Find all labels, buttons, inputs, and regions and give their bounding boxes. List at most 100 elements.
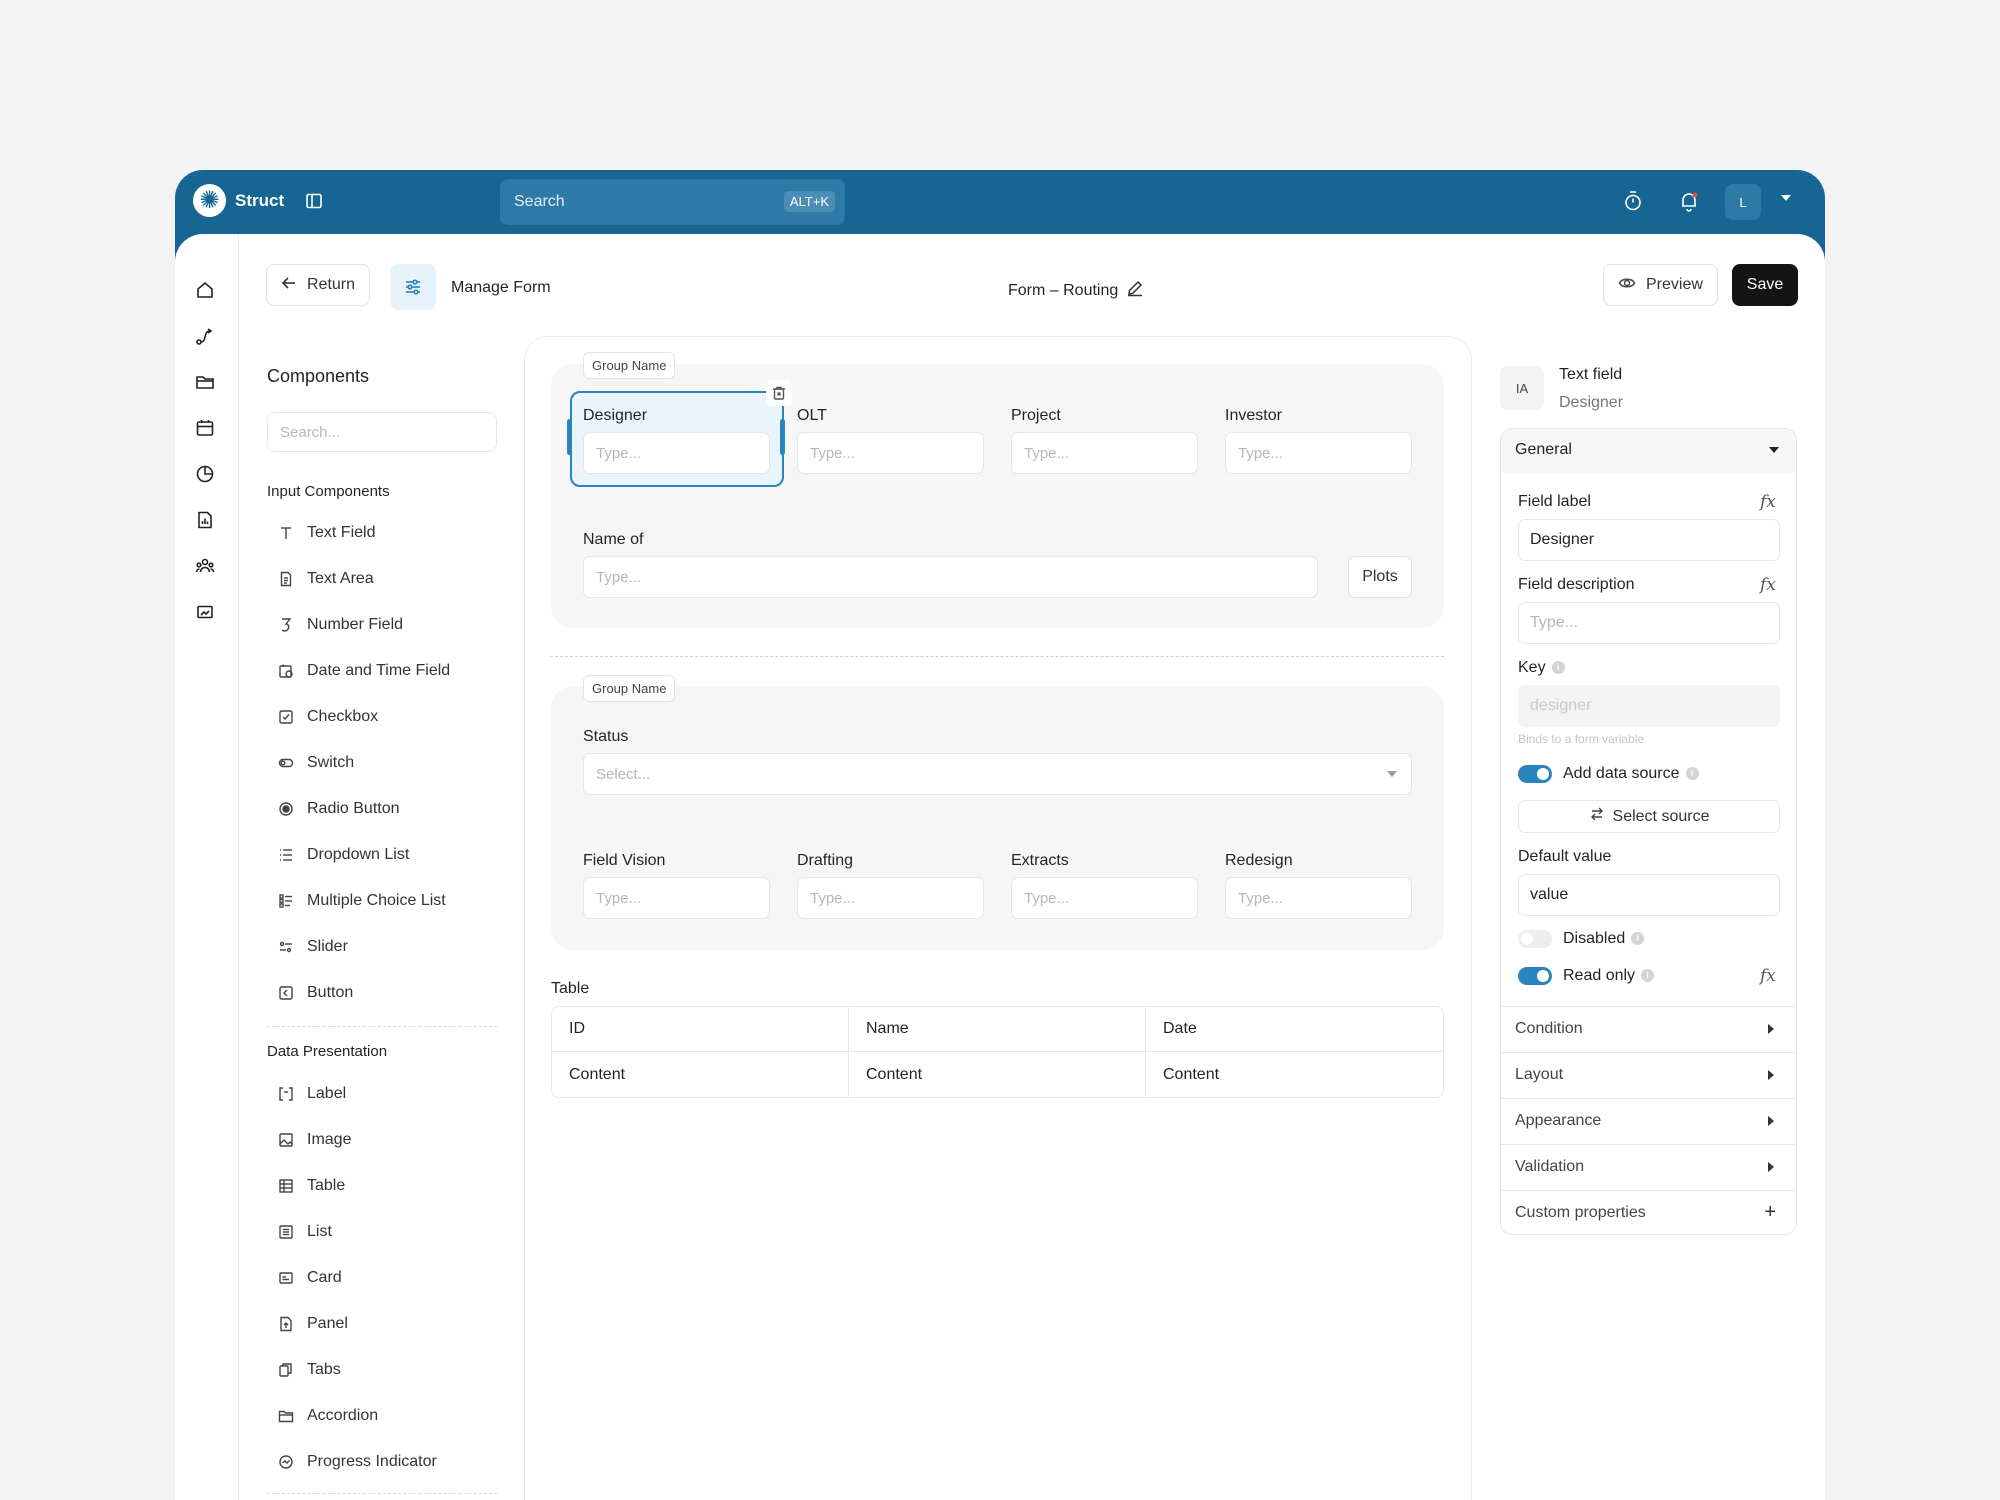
component-item-text-field[interactable]: Text Field [277,520,375,546]
save-button[interactable]: Save [1732,264,1798,306]
component-item-slider[interactable]: Slider [277,934,348,960]
progress-icon [277,1453,295,1471]
general-section-label: General [1515,441,1572,458]
table-header-cell: Name [849,1007,1146,1052]
disabled-toggle[interactable] [1518,930,1552,948]
chevron-down-icon[interactable] [1769,447,1779,453]
list-icon [277,846,295,864]
resize-handle-right[interactable] [780,419,785,455]
section-condition[interactable]: Condition [1501,1006,1796,1051]
key-input[interactable]: designer [1518,685,1780,727]
field-input-field-vision[interactable]: Type... [583,877,770,919]
preview-button[interactable]: Preview [1603,264,1718,306]
info-icon[interactable]: i [1685,767,1699,781]
component-item-label: Number Field [307,616,404,633]
formula-fx-icon[interactable]: fx [1760,492,1776,512]
user-avatar[interactable]: L [1725,184,1761,220]
section-appearance[interactable]: Appearance [1501,1098,1796,1143]
component-item-label[interactable]: Label [277,1081,346,1107]
component-item-label: Panel [307,1315,348,1332]
select-source-label: Select source [1612,807,1710,825]
component-item-label: Accordion [307,1407,379,1424]
group-name-tag[interactable]: Group Name [583,352,676,379]
info-icon[interactable]: i [1641,969,1655,983]
sidebar-toggle-icon[interactable] [305,192,323,215]
resize-handle-left[interactable] [567,419,572,455]
component-item-table[interactable]: Table [277,1173,345,1199]
edit-pencil-icon[interactable] [1126,279,1144,302]
tabs-icon [277,1361,295,1379]
route-icon[interactable] [195,326,215,351]
component-item-number-field[interactable]: Number Field [277,612,403,638]
component-item-multiple-choice-list[interactable]: Multiple Choice List [277,888,446,914]
nav-rail [175,234,239,1500]
component-item-list[interactable]: List [277,1219,332,1245]
key-label-text: Key [1518,659,1546,676]
notification-bell-icon[interactable] [1678,190,1700,217]
components-search-input[interactable]: Search... [267,412,497,452]
formula-fx-icon[interactable]: fx [1760,575,1776,595]
team-icon[interactable] [195,556,215,581]
default-value-label: Default value [1518,848,1612,865]
field-input-drafting[interactable]: Type... [797,877,984,919]
field-input-redesign[interactable]: Type... [1225,877,1412,919]
plots-button[interactable]: Plots [1348,556,1412,598]
user-menu-chevron-down-icon[interactable] [1781,195,1791,201]
read-only-toggle[interactable] [1518,967,1552,985]
timer-icon[interactable] [1623,190,1643,217]
table-cell: Content [552,1052,849,1097]
field-input-designer[interactable]: Type... [583,432,770,474]
component-item-accordion[interactable]: Accordion [277,1403,378,1429]
plus-icon[interactable]: + [1764,1201,1776,1224]
calendar-clock-icon [277,662,295,680]
select-source-button[interactable]: Select source [1518,800,1780,833]
component-item-panel[interactable]: Panel [277,1311,348,1337]
component-item-card[interactable]: Card [277,1265,342,1291]
info-icon[interactable]: i [1631,932,1645,946]
formula-fx-icon[interactable]: fx [1760,966,1776,986]
add-data-source-toggle[interactable] [1518,765,1552,783]
status-placeholder: Select... [596,765,651,783]
field-input-olt[interactable]: Type... [797,432,984,474]
report-icon[interactable] [195,510,215,535]
chevron-down-icon [1387,771,1397,777]
component-item-progress-indicator[interactable]: Progress Indicator [277,1449,437,1475]
struct-logo-icon[interactable]: ✺ [193,184,226,217]
component-item-image[interactable]: Image [277,1127,351,1153]
group-name-tag[interactable]: Group Name [583,675,676,702]
field-description-input[interactable]: Type... [1518,602,1780,644]
image-folder-icon[interactable] [195,602,215,627]
component-item-tabs[interactable]: Tabs [277,1357,341,1383]
section-layout[interactable]: Layout [1501,1052,1796,1097]
home-icon[interactable] [195,280,215,305]
field-input-investor[interactable]: Type... [1225,432,1412,474]
eye-icon [1618,274,1636,297]
component-item-text-area[interactable]: Text Area [277,566,374,592]
info-icon[interactable]: i [1551,661,1565,675]
component-item-label: Radio Button [307,800,400,817]
field-input-extracts[interactable]: Type... [1011,877,1198,919]
status-select[interactable]: Select... [583,753,1412,795]
component-item-label: Image [307,1131,352,1148]
pie-chart-icon[interactable] [195,464,215,489]
component-item-button[interactable]: Button [277,980,353,1006]
global-search[interactable]: Search ALT+K [500,179,845,225]
folder-icon [277,1407,295,1425]
delete-trash-icon[interactable] [766,380,792,406]
component-item-date-and-time-field[interactable]: Date and Time Field [277,658,450,684]
calendar-icon[interactable] [195,418,215,443]
name-of-input[interactable]: Type... [583,556,1318,598]
section-label: Appearance [1515,1112,1602,1129]
component-item-dropdown-list[interactable]: Dropdown List [277,842,409,868]
component-item-radio-button[interactable]: Radio Button [277,796,400,822]
folder-icon[interactable] [195,372,215,397]
field-input-project[interactable]: Type... [1011,432,1198,474]
return-button[interactable]: Return [266,264,371,306]
section-validation[interactable]: Validation [1501,1144,1796,1189]
component-item-switch[interactable]: Switch [277,750,354,776]
custom-properties-row[interactable]: Custom properties + [1501,1190,1796,1235]
field-label-input[interactable]: Designer [1518,519,1780,561]
default-value-input[interactable]: value [1518,874,1780,916]
component-item-checkbox[interactable]: Checkbox [277,704,378,730]
brand-name: Struct [235,191,285,210]
